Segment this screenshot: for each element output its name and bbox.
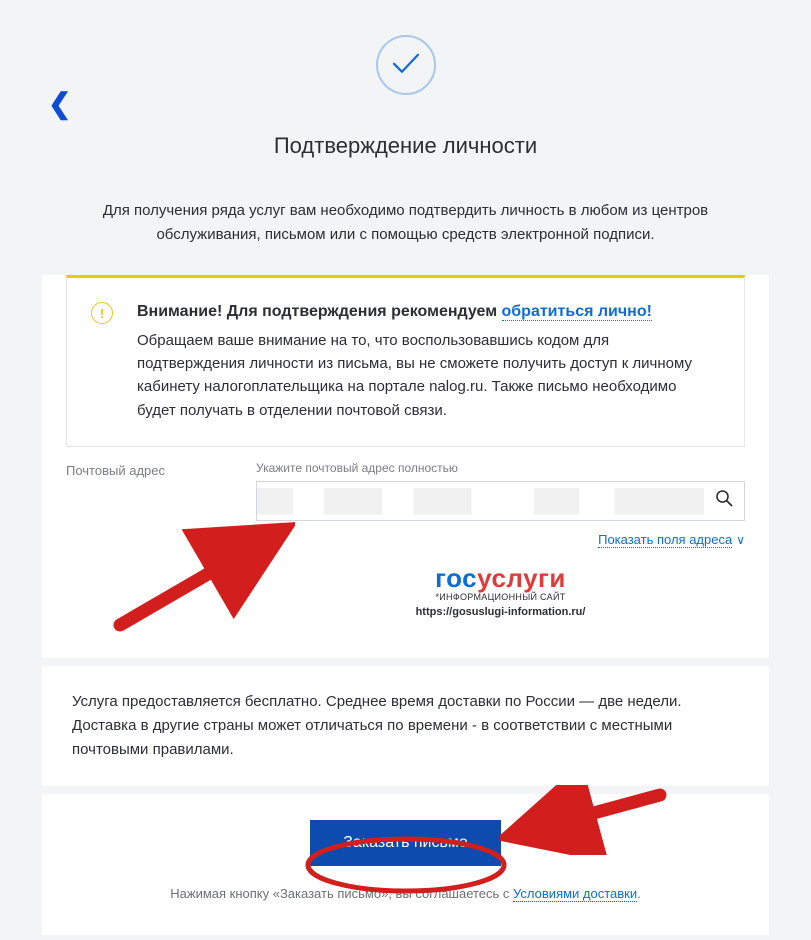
show-address-fields-link[interactable]: Показать поля адреса xyxy=(598,532,732,548)
logo-url: https://gosuslugi-information.ru/ xyxy=(256,606,745,618)
chevron-down-icon: ∨ xyxy=(736,533,745,547)
intro-text: Для получения ряда услуг вам необходимо … xyxy=(60,199,751,247)
disclaimer-prefix: Нажимая кнопку «Заказать письмо», вы сог… xyxy=(170,886,513,901)
warning-icon: ! xyxy=(91,302,113,324)
address-hint: Укажите почтовый адрес полностью xyxy=(256,461,745,475)
address-label: Почтовый адрес xyxy=(66,461,256,478)
notice-bold: Внимание! Для подтверждения рекомендуем xyxy=(137,303,502,320)
watermark-logo: госуслуги *ИНФОРМАЦИОННЫЙ САЙТ https://g… xyxy=(256,563,745,618)
logo-part1: гос xyxy=(435,563,477,593)
cta-disclaimer: Нажимая кнопку «Заказать письмо», вы сог… xyxy=(72,886,739,901)
notice-link[interactable]: обратиться лично! xyxy=(502,303,652,321)
order-letter-button[interactable]: Заказать письмо xyxy=(310,820,500,866)
main-card: ! Внимание! Для подтверждения рекомендуе… xyxy=(42,275,769,658)
page-title: Подтверждение личности xyxy=(0,133,811,159)
logo-part2: услуги xyxy=(477,563,566,593)
logo-sub: *ИНФОРМАЦИОННЫЙ САЙТ xyxy=(256,592,745,602)
address-field-row: Почтовый адрес Укажите почтовый адрес по… xyxy=(66,461,745,618)
address-input[interactable] xyxy=(257,482,704,520)
address-input-wrap xyxy=(256,481,745,521)
back-button[interactable]: ❮ xyxy=(48,90,71,118)
disclaimer-suffix: . xyxy=(637,886,641,901)
search-icon[interactable] xyxy=(704,489,744,512)
attention-notice: ! Внимание! Для подтверждения рекомендуе… xyxy=(66,275,745,447)
notice-body: Обращаем ваше внимание на то, что воспол… xyxy=(137,329,716,422)
cta-block: Заказать письмо Нажимая кнопку «Заказать… xyxy=(42,794,769,935)
check-icon xyxy=(376,35,436,95)
terms-link[interactable]: Условиями доставки xyxy=(513,886,637,902)
delivery-note: Услуга предоставляется бесплатно. Средне… xyxy=(42,666,769,786)
